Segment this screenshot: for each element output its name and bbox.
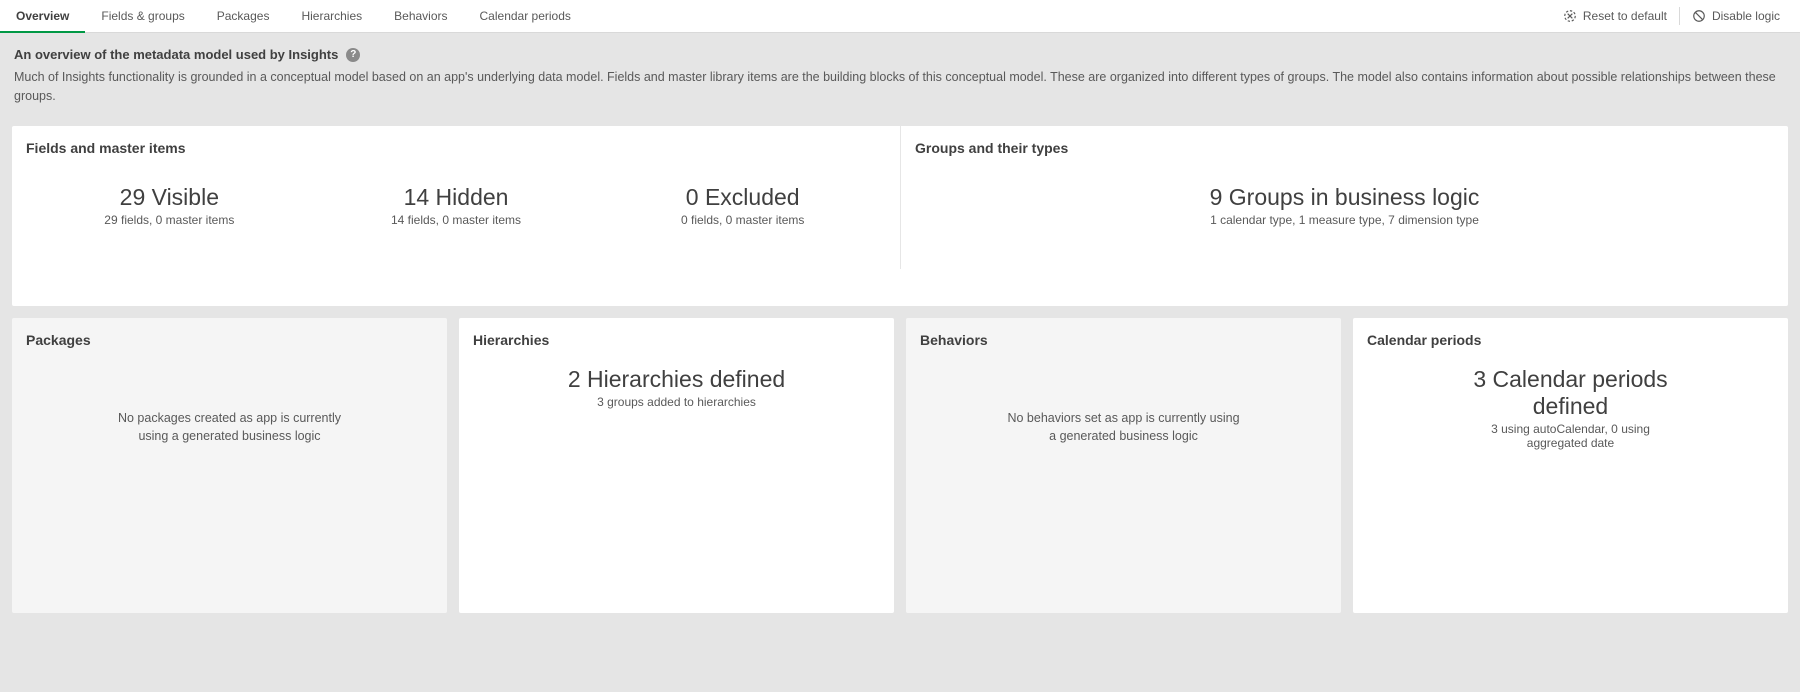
intro-title: An overview of the metadata model used b… (14, 47, 338, 62)
tabs-left: Overview Fields & groups Packages Hierar… (0, 0, 587, 33)
stat-hidden-big: 14 Hidden (313, 184, 600, 211)
packages-card: Packages No packages created as app is c… (12, 318, 447, 613)
help-icon[interactable]: ? (346, 48, 360, 62)
stat-excluded-big: 0 Excluded (599, 184, 886, 211)
stat-hidden-small: 14 fields, 0 master items (313, 213, 600, 227)
fields-stats-row: 29 Visible 29 fields, 0 master items 14 … (26, 184, 886, 227)
stat-excluded-small: 0 fields, 0 master items (599, 213, 886, 227)
tab-calendar-periods[interactable]: Calendar periods (464, 0, 587, 33)
content: Fields and master items 29 Visible 29 fi… (0, 114, 1800, 625)
calendar-card-title: Calendar periods (1367, 332, 1774, 348)
summary-card: Fields and master items 29 Visible 29 fi… (12, 126, 1788, 306)
calendar-stat-small: 3 using autoCalendar, 0 using aggregated… (1461, 422, 1681, 450)
stat-groups-big: 9 Groups in business logic (915, 184, 1774, 211)
behaviors-card: Behaviors No behaviors set as app is cur… (906, 318, 1341, 613)
tabs-right: Reset to default Disable logic (1551, 0, 1800, 33)
reset-to-default-button[interactable]: Reset to default (1551, 0, 1679, 33)
hierarchies-card: Hierarchies 2 Hierarchies defined 3 grou… (459, 318, 894, 613)
packages-empty-text: No packages created as app is currently … (110, 390, 350, 445)
tab-packages[interactable]: Packages (201, 0, 286, 33)
calendar-card: Calendar periods 3 Calendar periods defi… (1353, 318, 1788, 613)
reset-label: Reset to default (1583, 9, 1667, 23)
disable-label: Disable logic (1712, 9, 1780, 23)
hierarchies-stat-small: 3 groups added to hierarchies (568, 395, 785, 409)
fields-card-title: Fields and master items (26, 140, 886, 156)
stat-groups-small: 1 calendar type, 1 measure type, 7 dimen… (915, 213, 1774, 227)
hierarchies-card-title: Hierarchies (473, 332, 880, 348)
stat-visible: 29 Visible 29 fields, 0 master items (26, 184, 313, 227)
tab-behaviors[interactable]: Behaviors (378, 0, 463, 33)
stat-visible-big: 29 Visible (26, 184, 313, 211)
intro-desc: Much of Insights functionality is ground… (14, 68, 1786, 106)
groups-stats-row: 9 Groups in business logic 1 calendar ty… (915, 184, 1774, 227)
behaviors-empty-text: No behaviors set as app is currently usi… (1004, 390, 1244, 445)
groups-panel: Groups and their types 9 Groups in busin… (900, 126, 1788, 269)
tab-fields-groups[interactable]: Fields & groups (85, 0, 200, 33)
hierarchies-stat-big: 2 Hierarchies defined (568, 366, 785, 393)
intro: An overview of the metadata model used b… (0, 33, 1800, 114)
behaviors-card-title: Behaviors (920, 332, 1327, 348)
calendar-stat-big: 3 Calendar periods defined (1461, 366, 1681, 420)
disable-logic-button[interactable]: Disable logic (1680, 0, 1792, 33)
stat-excluded: 0 Excluded 0 fields, 0 master items (599, 184, 886, 227)
reset-icon (1563, 9, 1577, 23)
cards-row: Packages No packages created as app is c… (12, 318, 1788, 613)
stat-hidden: 14 Hidden 14 fields, 0 master items (313, 184, 600, 227)
tab-overview[interactable]: Overview (0, 0, 85, 33)
packages-card-title: Packages (26, 332, 433, 348)
tab-hierarchies[interactable]: Hierarchies (285, 0, 378, 33)
tabs-bar: Overview Fields & groups Packages Hierar… (0, 0, 1800, 33)
intro-title-row: An overview of the metadata model used b… (14, 47, 1786, 62)
fields-master-items-panel: Fields and master items 29 Visible 29 fi… (12, 126, 900, 269)
stat-visible-small: 29 fields, 0 master items (26, 213, 313, 227)
stat-groups: 9 Groups in business logic 1 calendar ty… (915, 184, 1774, 227)
groups-card-title: Groups and their types (915, 140, 1774, 156)
disable-icon (1692, 9, 1706, 23)
